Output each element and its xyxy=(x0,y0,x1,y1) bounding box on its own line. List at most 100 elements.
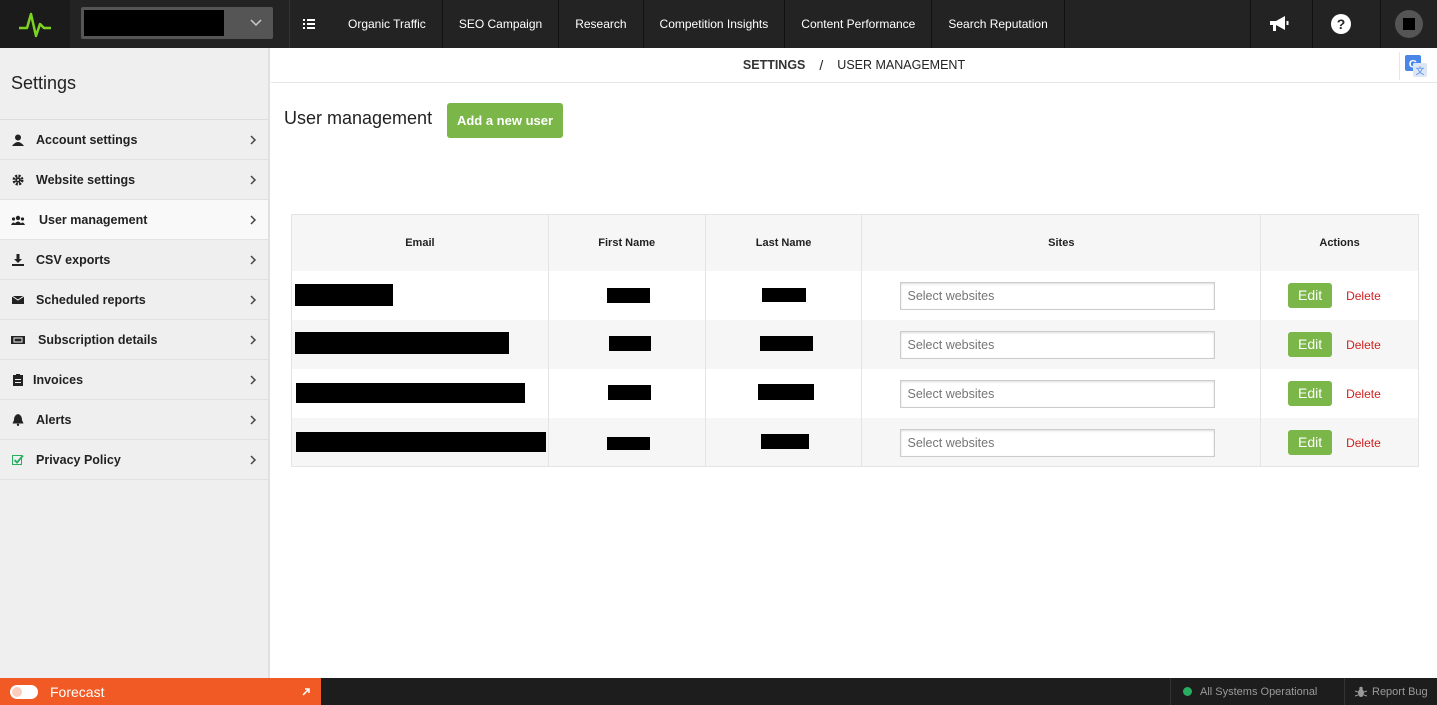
sites-cell xyxy=(861,368,1262,418)
system-status[interactable]: All Systems Operational xyxy=(1170,678,1330,705)
sidebar-item-privacy-policy[interactable]: Privacy Policy xyxy=(0,440,268,480)
edit-button[interactable]: Edit xyxy=(1288,429,1333,455)
check-square-icon xyxy=(11,453,25,467)
redacted-first-name xyxy=(607,384,651,400)
sidebar-item-invoices[interactable]: Invoices xyxy=(0,360,268,400)
sidebar-item-csv-exports[interactable]: CSV exports xyxy=(0,240,268,280)
nav-research[interactable]: Research xyxy=(559,0,644,48)
page-title: User management xyxy=(284,108,433,128)
nav-content-performance[interactable]: Content Performance xyxy=(785,0,933,48)
select-websites-input[interactable] xyxy=(900,428,1216,457)
sites-cell xyxy=(861,417,1262,467)
delete-link[interactable]: Delete xyxy=(1346,387,1381,401)
email-cell xyxy=(291,319,549,369)
sidebar-item-account-settings[interactable]: Account settings xyxy=(0,120,268,160)
google-translate-icon[interactable]: G文 xyxy=(1399,52,1431,80)
column-header-actions: Actions xyxy=(1260,214,1419,271)
chevron-right-icon xyxy=(250,175,257,185)
chevron-right-icon xyxy=(250,295,257,305)
sites-cell xyxy=(861,319,1262,369)
redacted-email xyxy=(295,331,509,354)
email-cell xyxy=(291,368,549,418)
user-avatar[interactable] xyxy=(1380,0,1437,48)
svg-text:?: ? xyxy=(1336,16,1345,32)
column-header-email: Email xyxy=(291,214,549,271)
last-name-cell xyxy=(705,319,863,369)
first-name-cell xyxy=(548,368,706,418)
select-websites-input[interactable] xyxy=(900,330,1216,359)
nav-competition-insights[interactable]: Competition Insights xyxy=(644,0,786,48)
sidebar-item-label: Scheduled reports xyxy=(36,292,146,307)
actions-cell: Edit Delete xyxy=(1260,417,1419,467)
settings-sidebar: Settings Account settings Website settin… xyxy=(0,48,270,678)
expand-arrow-icon[interactable] xyxy=(301,687,311,697)
forecast-label: Forecast xyxy=(50,683,105,700)
add-new-user-button[interactable]: Add a new user xyxy=(447,103,563,138)
delete-link[interactable]: Delete xyxy=(1346,338,1381,352)
sidebar-item-scheduled-reports[interactable]: Scheduled reports xyxy=(0,280,268,320)
delete-link[interactable]: Delete xyxy=(1346,289,1381,303)
nav-organic-traffic[interactable]: Organic Traffic xyxy=(332,0,443,48)
edit-button[interactable]: Edit xyxy=(1288,331,1333,357)
last-name-cell xyxy=(705,270,863,320)
nav-seo-campaign[interactable]: SEO Campaign xyxy=(443,0,560,48)
gear-icon xyxy=(11,173,25,187)
logo[interactable] xyxy=(0,0,70,48)
chevron-right-icon xyxy=(250,375,257,385)
actions-cell: Edit Delete xyxy=(1260,270,1419,320)
redacted-email xyxy=(295,283,393,306)
table-row: Edit Delete xyxy=(291,270,1419,320)
list-icon[interactable] xyxy=(289,0,327,48)
last-name-cell xyxy=(705,368,863,418)
chevron-right-icon xyxy=(250,455,257,465)
megaphone-icon[interactable] xyxy=(1250,0,1306,48)
table-row: Edit Delete xyxy=(291,319,1419,369)
sidebar-item-label: Invoices xyxy=(33,372,84,387)
email-cell xyxy=(291,417,549,467)
footer-bar: Forecast All Systems Operational Report … xyxy=(0,678,1437,705)
help-icon[interactable]: ? xyxy=(1312,0,1368,48)
sidebar-item-label: Privacy Policy xyxy=(36,452,121,467)
chevron-right-icon xyxy=(250,415,257,425)
breadcrumb-current: USER MANAGEMENT xyxy=(837,58,966,72)
nav-search-reputation[interactable]: Search Reputation xyxy=(932,0,1065,48)
forecast-panel[interactable]: Forecast xyxy=(0,678,321,705)
delete-link[interactable]: Delete xyxy=(1346,436,1381,450)
sidebar-item-alerts[interactable]: Alerts xyxy=(0,400,268,440)
sidebar-item-user-management[interactable]: User management xyxy=(0,200,268,240)
actions-cell: Edit Delete xyxy=(1260,368,1419,418)
bell-icon xyxy=(11,413,25,427)
redacted-site-name xyxy=(84,10,224,36)
user-icon xyxy=(11,133,25,147)
pulse-logo-icon xyxy=(19,12,51,38)
sidebar-item-label: Alerts xyxy=(36,412,72,427)
breadcrumb-settings[interactable]: SETTINGS xyxy=(743,58,806,72)
edit-button[interactable]: Edit xyxy=(1288,282,1333,308)
first-name-cell xyxy=(548,319,706,369)
svg-text:文: 文 xyxy=(1415,65,1424,76)
main-nav: Organic Traffic SEO Campaign Research Co… xyxy=(332,0,1065,48)
sidebar-item-label: User management xyxy=(39,212,148,227)
edit-button[interactable]: Edit xyxy=(1288,380,1333,406)
sidebar-item-label: Subscription details xyxy=(38,332,158,347)
column-header-sites: Sites xyxy=(861,214,1262,271)
envelope-icon xyxy=(11,293,25,307)
redacted-last-name xyxy=(759,335,813,351)
chevron-down-icon xyxy=(250,19,262,27)
sidebar-title: Settings xyxy=(0,48,268,120)
clipboard-icon xyxy=(11,373,25,387)
select-websites-input[interactable] xyxy=(900,281,1216,310)
sidebar-item-website-settings[interactable]: Website settings xyxy=(0,160,268,200)
redacted-email xyxy=(296,382,525,403)
chevron-right-icon xyxy=(250,215,257,225)
report-bug-button[interactable]: Report Bug xyxy=(1344,678,1428,705)
ticket-icon xyxy=(11,333,25,347)
forecast-toggle[interactable] xyxy=(10,684,38,699)
website-selector[interactable] xyxy=(81,7,273,39)
select-websites-input[interactable] xyxy=(900,379,1216,408)
sidebar-item-subscription-details[interactable]: Subscription details xyxy=(0,320,268,360)
redacted-last-name xyxy=(761,287,806,302)
breadcrumb-separator: / xyxy=(819,57,824,73)
table-row: Edit Delete xyxy=(291,417,1419,467)
last-name-cell xyxy=(705,417,863,467)
